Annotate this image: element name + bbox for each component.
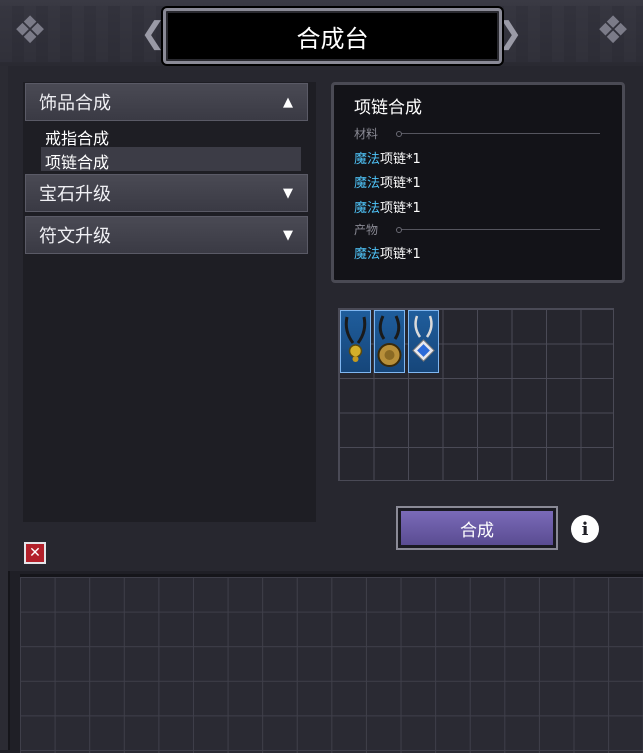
materials-label: 材料 xyxy=(354,127,379,141)
product-item: 魔法项链*1 xyxy=(354,247,421,262)
necklace-item-slot[interactable] xyxy=(340,310,371,373)
material-item: 魔法项链*1 xyxy=(354,201,421,216)
round-amulet-icon xyxy=(377,315,402,367)
product-label: 产物 xyxy=(354,223,379,237)
subitem-necklace-crafting[interactable]: 项链合成 xyxy=(45,149,109,173)
window-header: ❖ ❖ ❮ ❯ 合成台 xyxy=(0,0,643,68)
sapphire-necklace-icon xyxy=(412,315,435,362)
material-item: 魔法项链*1 xyxy=(354,176,421,191)
craft-button[interactable]: 合成 xyxy=(398,508,556,548)
recipe-info-panel: 项链合成 材料 魔法项链*1 魔法项链*1 魔法项链*1 产物 魔法项链*1 xyxy=(331,82,625,283)
info-icon[interactable]: i xyxy=(571,515,599,543)
corner-ornament-icon: ❖ xyxy=(12,8,48,52)
expand-arrow-icon: ▼ xyxy=(283,185,293,201)
expand-arrow-icon: ▼ xyxy=(283,227,293,243)
close-icon[interactable]: ✕ xyxy=(24,542,46,564)
category-label: 符文升级 xyxy=(39,226,111,247)
corner-ornament-icon: ❖ xyxy=(595,8,631,52)
subitem-ring-crafting[interactable]: 戒指合成 xyxy=(45,125,109,149)
gold-necklace-icon xyxy=(344,316,367,362)
material-item: 魔法项链*1 xyxy=(354,152,421,167)
player-inventory-grid[interactable] xyxy=(20,574,643,753)
section-divider xyxy=(396,131,600,137)
category-gem-upgrade[interactable]: 宝石升级 ▼ xyxy=(25,174,308,212)
category-label: 宝石升级 xyxy=(39,184,111,205)
category-accessory-crafting[interactable]: 饰品合成 ▲ xyxy=(25,83,308,121)
recipe-title: 项链合成 xyxy=(354,98,422,118)
necklace-item-slot[interactable] xyxy=(374,310,405,373)
necklace-item-slot[interactable] xyxy=(408,310,439,373)
section-divider xyxy=(396,227,600,233)
category-rune-upgrade[interactable]: 符文升级 ▼ xyxy=(25,216,308,254)
category-label: 饰品合成 xyxy=(39,93,111,114)
collapse-arrow-icon: ▲ xyxy=(283,94,293,110)
window-title: 合成台 xyxy=(163,8,502,64)
